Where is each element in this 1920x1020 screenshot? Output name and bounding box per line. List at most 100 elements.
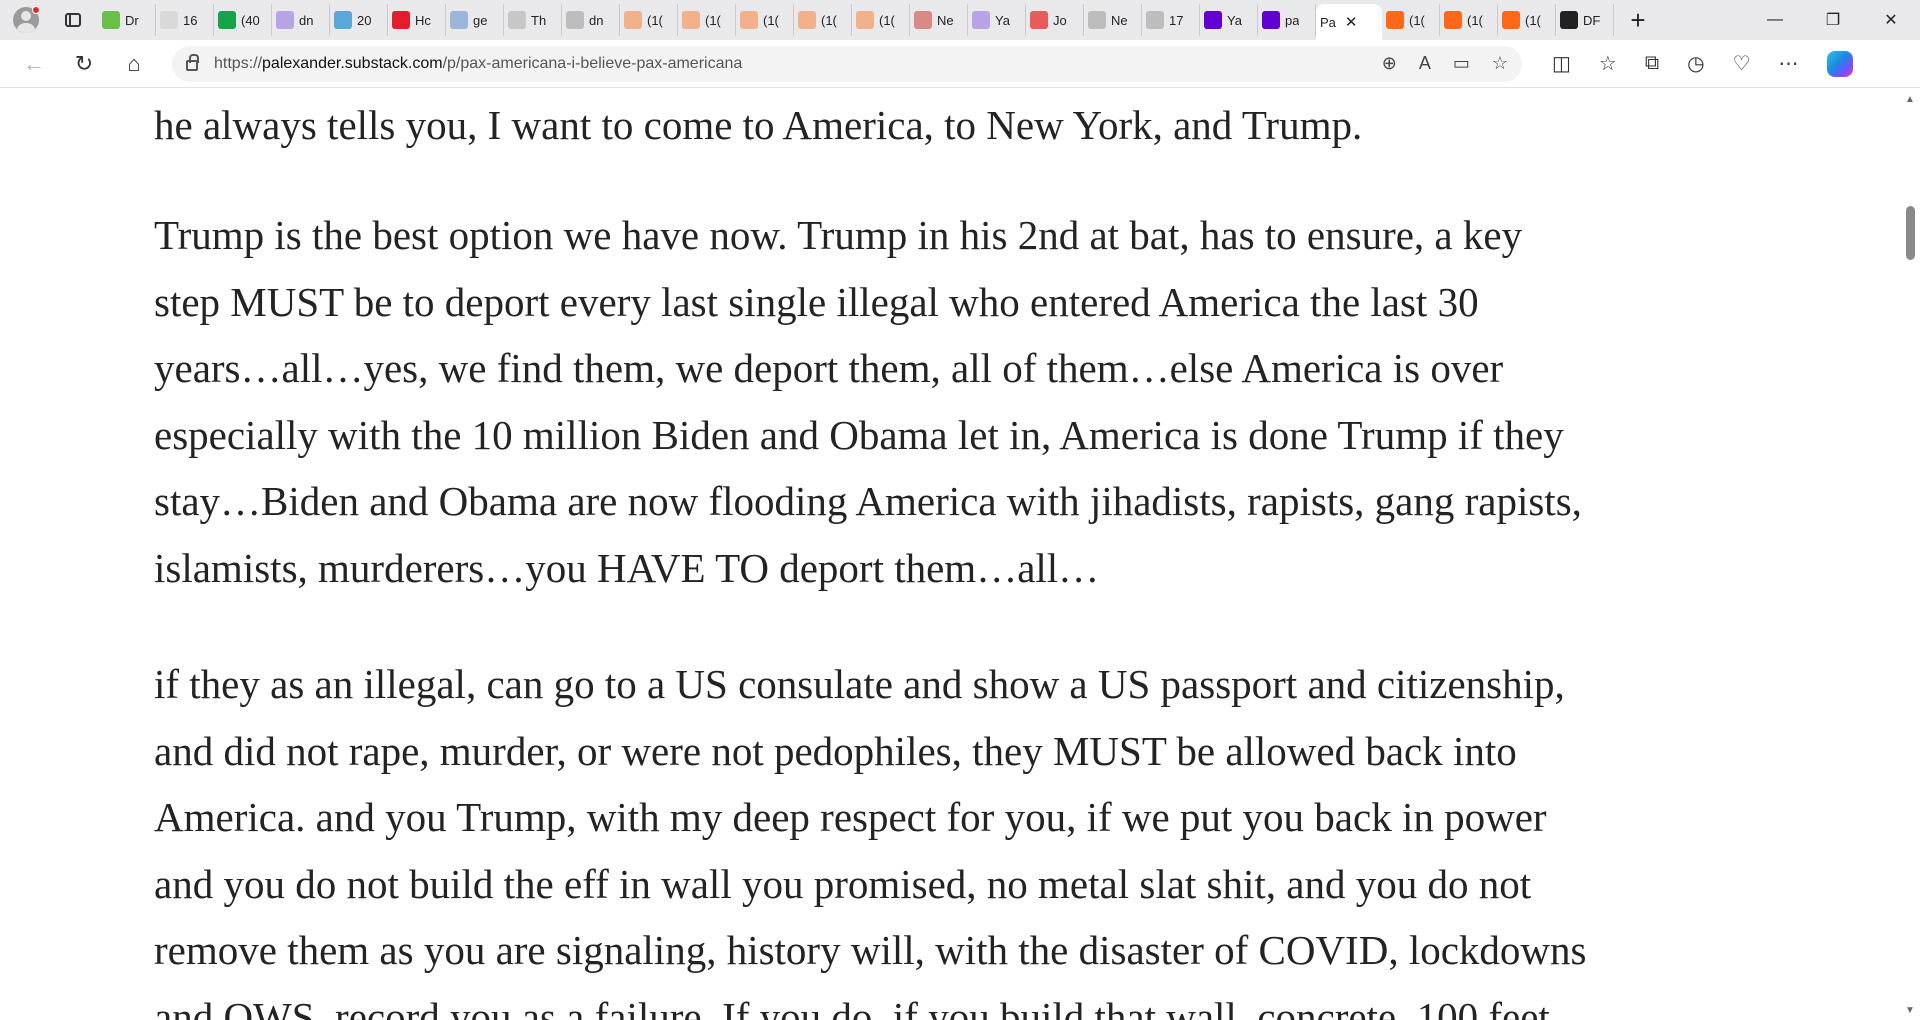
play-icon	[102, 11, 120, 29]
substack-icon	[1444, 11, 1462, 29]
article-line: and QWS, record you as a failure. If you…	[154, 993, 1550, 1020]
article-paragraph-2: if they as an illegal, can go to a US co…	[154, 651, 1586, 1020]
more-menu-icon[interactable]: ⋯	[1779, 51, 1799, 76]
browser-tab[interactable]: Ne	[910, 4, 968, 36]
address-bar[interactable]: https://palexander.substack.com/p/pax-am…	[172, 45, 1522, 82]
article-line: and did not rape, murder, or were not pe…	[154, 727, 1517, 774]
browser-tab[interactable]: dn	[272, 4, 330, 36]
browser-tab[interactable]: (1(	[852, 4, 910, 36]
substack-icon	[1502, 11, 1520, 29]
profile-button[interactable]	[8, 2, 44, 38]
url-prefix: https://	[214, 54, 263, 72]
browser-tab[interactable]: 17	[1142, 4, 1200, 36]
home-button[interactable]: ⌂	[114, 44, 154, 84]
new-tab-button[interactable]: +	[1620, 4, 1656, 36]
yahoo-icon	[276, 11, 294, 29]
zoom-icon[interactable]: ⊕	[1382, 53, 1397, 74]
alert-icon	[392, 11, 410, 29]
tab-title: (1(	[821, 12, 837, 28]
scroll-up-arrow-icon[interactable]: ▲	[1905, 94, 1915, 105]
tab-title: Dr	[125, 12, 139, 28]
tab-active[interactable]: Pa ✕	[1316, 4, 1382, 40]
browser-tab[interactable]: Hc	[388, 4, 446, 36]
browser-tab[interactable]: (40	[214, 4, 272, 36]
browser-tab[interactable]: (1(	[1440, 4, 1498, 36]
tab-title: (1(	[879, 12, 895, 28]
scroll-down-arrow-icon[interactable]: ▼	[1905, 1005, 1915, 1016]
tab-title: Jo	[1053, 12, 1067, 28]
article-line: remove them as you are signaling, histor…	[154, 927, 1587, 973]
collections-icon[interactable]: ⧉	[1645, 52, 1659, 75]
close-tab-icon[interactable]: ✕	[1345, 13, 1358, 31]
article-line: years…all…yes, we find them, we deport t…	[154, 345, 1504, 391]
r-icon	[914, 11, 932, 29]
substack-icon	[682, 11, 700, 29]
search-icon	[450, 11, 468, 29]
notification-dot	[32, 6, 40, 14]
vertical-scrollbar[interactable]: ▲ ▼	[1900, 88, 1920, 1020]
yahoo-icon	[1262, 11, 1280, 29]
browser-tab[interactable]: Ya	[968, 4, 1026, 36]
tab-title: (1(	[1409, 12, 1425, 28]
minimize-button[interactable]: —	[1746, 0, 1804, 40]
browser-tab[interactable]: Ya	[1200, 4, 1258, 36]
sync-icon	[566, 11, 584, 29]
back-button[interactable]: ←	[14, 44, 54, 84]
article-line: especially with the 10 million Biden and…	[154, 411, 1564, 458]
browser-tab[interactable]: (1(	[736, 4, 794, 36]
refresh-button[interactable]: ↻	[64, 44, 104, 84]
scroll-thumb[interactable]	[1906, 206, 1915, 260]
browser-tab[interactable]: (1(	[620, 4, 678, 36]
tab-title: 17	[1169, 12, 1184, 28]
substack-icon	[798, 11, 816, 29]
history-icon[interactable]: ◷	[1687, 51, 1704, 76]
tab-title: (1(	[705, 12, 721, 28]
tab-title: Th	[531, 12, 547, 28]
browser-tab[interactable]: (1(	[678, 4, 736, 36]
tab-title: (40	[241, 12, 260, 28]
split-screen-icon[interactable]: ◫	[1552, 51, 1571, 76]
substack-icon	[624, 11, 642, 29]
browser-tab[interactable]: Ne	[1084, 4, 1142, 36]
article-line: step MUST be to deport every last single…	[154, 278, 1479, 325]
browser-tab[interactable]: pa	[1258, 4, 1316, 36]
favorite-star-icon[interactable]: ☆	[1492, 53, 1508, 74]
browser-tab[interactable]: (1(	[794, 4, 852, 36]
tab-title: dn	[589, 12, 604, 28]
lock-icon	[186, 54, 199, 71]
tab-title: (1(	[647, 12, 663, 28]
tab-title: (1(	[763, 12, 779, 28]
article-line: islamists, murderers…you HAVE TO deport …	[154, 544, 1100, 591]
browser-tab[interactable]: Jo	[1026, 4, 1084, 36]
close-window-button[interactable]: ✕	[1862, 0, 1920, 40]
sync-icon	[1146, 11, 1164, 29]
read-aloud-icon[interactable]: A	[1419, 53, 1431, 74]
tab-title: (1(	[1467, 12, 1483, 28]
performance-icon[interactable]: ♡	[1733, 51, 1751, 76]
copilot-icon[interactable]	[1826, 50, 1853, 77]
substack-icon	[740, 11, 758, 29]
immersive-reader-icon[interactable]: ▭	[1453, 53, 1470, 74]
tab-actions-button[interactable]	[56, 3, 90, 37]
browser-tab[interactable]: Th	[504, 4, 562, 36]
g-icon	[218, 11, 236, 29]
browser-tab[interactable]: Dr	[98, 4, 156, 36]
favorites-icon[interactable]: ☆	[1599, 51, 1617, 76]
browser-tab[interactable]: 20	[330, 4, 388, 36]
browser-tab[interactable]: DF	[1556, 4, 1614, 36]
restore-button[interactable]: ❐	[1804, 0, 1862, 40]
browser-tab[interactable]: 16	[156, 4, 214, 36]
tab-title: (1(	[1525, 12, 1541, 28]
article-line: and you do not build the eff in wall you…	[154, 860, 1532, 907]
tab-title: Pa	[1320, 14, 1336, 30]
browser-tab[interactable]: dn	[562, 4, 620, 36]
yahoo-icon	[972, 11, 990, 29]
browser-tab[interactable]: (1(	[1382, 4, 1440, 36]
article-paragraph-1: Trump is the best option we have now. Tr…	[154, 202, 1582, 601]
browser-tab[interactable]: (1(	[1498, 4, 1556, 36]
substack-icon	[856, 11, 874, 29]
article-line: America. and you Trump, with my deep res…	[154, 794, 1547, 840]
browser-tab[interactable]: ge	[446, 4, 504, 36]
tab-title: Ya	[995, 12, 1010, 28]
browser-actions: ◫ ☆ ⧉ ◷ ♡ ⋯	[1552, 50, 1853, 77]
